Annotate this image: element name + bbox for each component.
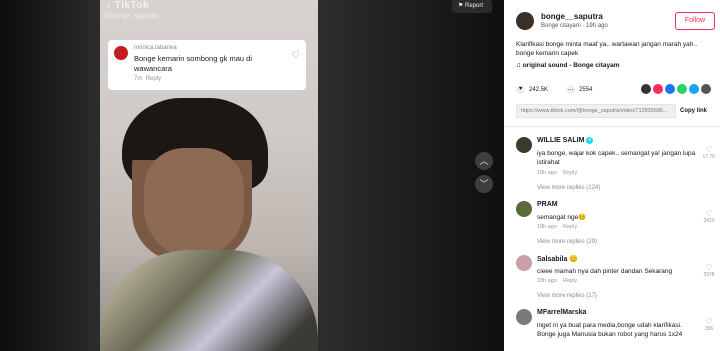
comment-meta: 18h ago Reply xyxy=(537,224,577,230)
comment-username: monica.tabanea xyxy=(134,45,177,51)
commenter-avatar[interactable] xyxy=(516,137,532,153)
reply-comment-card: monica.tabanea Bonge kemarin sombong gk … xyxy=(108,40,306,90)
tiktok-logo-text: TikTok xyxy=(114,0,150,11)
chevron-up-icon: ︿ xyxy=(479,156,489,166)
commenter-name[interactable]: WILLIE SALIM ✓ xyxy=(537,137,594,144)
chevron-down-icon: ﹀ xyxy=(479,179,489,189)
comment-like[interactable]: ♡ 17.7K xyxy=(702,145,716,160)
reply-button[interactable]: Reply xyxy=(563,278,577,284)
music-note-icon: ♫ xyxy=(516,62,521,69)
comment-item: MFarrelMarska inget ni ya buat para medi… xyxy=(516,309,716,351)
comment-item: Salsabila 😊 cieee mamah nya dah pinter d… xyxy=(516,255,716,305)
watermark-username: @bonge_saputra xyxy=(104,13,158,20)
comment-item: WILLIE SALIM ✓ iya bonge, wajar kok capek… xyxy=(516,137,716,197)
blurred-background-right xyxy=(318,0,504,351)
comment-meta: 18h ago Reply xyxy=(537,278,577,284)
comment-body: inget ni ya buat para media,bonge udah k… xyxy=(537,322,683,338)
commenter-name[interactable]: Salsabila 😊 xyxy=(537,255,578,263)
comment-avatar xyxy=(114,46,128,60)
person-face xyxy=(144,148,244,258)
tiktok-logo: ♪ TikTok xyxy=(106,0,150,11)
follow-button[interactable]: Follow xyxy=(675,12,715,30)
author-subline: Bonge citayam · 19h ago xyxy=(541,23,608,29)
commenter-avatar[interactable] xyxy=(516,255,532,271)
comment-count: 2554 xyxy=(579,86,593,93)
comment-text: Bonge kemarin sombong gk mau di wawancar… xyxy=(134,54,252,73)
comment-like-count: 2978 xyxy=(703,272,715,278)
comment-item: PRAM semangat nge🥴 18h ago Reply View mo… xyxy=(516,201,716,251)
heart-icon: ♡ xyxy=(705,209,713,218)
twitter-icon[interactable] xyxy=(689,84,699,94)
share-buttons xyxy=(641,84,711,94)
comment-bubble-icon[interactable]: … xyxy=(566,85,576,94)
post-age: 19h ago xyxy=(586,23,608,29)
author-avatar[interactable] xyxy=(516,12,534,30)
comment-like[interactable]: ♡ 3420 xyxy=(702,209,716,224)
video-stage: ♪ TikTok @bonge_saputra monica.tabanea B… xyxy=(0,0,504,351)
comment-age: 18h ago xyxy=(537,224,557,230)
heart-icon: ♡ xyxy=(705,263,713,272)
commenter-name[interactable]: MFarrelMarska xyxy=(537,309,586,316)
comment-age: 18h ago xyxy=(537,278,557,284)
video-link-field[interactable]: https://www.tiktok.com/@bonge_saputra/vi… xyxy=(516,104,676,118)
comment-body: cieee mamah nya dah pinter dandan Sekara… xyxy=(537,268,673,275)
comment-body: iya bonge, wajar kok capek.. semangat ya… xyxy=(537,150,696,166)
view-more-replies[interactable]: View more replies (124) xyxy=(537,185,600,191)
embed-icon[interactable] xyxy=(641,84,651,94)
view-more-replies[interactable]: View more replies (17) xyxy=(537,293,597,299)
verified-badge-icon: ✓ xyxy=(586,137,594,144)
comment-reply: Reply xyxy=(145,76,162,82)
previous-video-button[interactable]: ︿ xyxy=(475,152,493,170)
comment-like-count: 17.7K xyxy=(702,154,716,160)
comment-like-count: 356 xyxy=(704,326,714,332)
author-username[interactable]: bonge__saputra xyxy=(541,12,603,21)
comment-age: 18h ago xyxy=(537,170,557,176)
commenter-name[interactable]: PRAM xyxy=(537,201,558,208)
like-count: 242.5K xyxy=(529,86,549,93)
view-more-replies[interactable]: View more replies (29) xyxy=(537,239,597,245)
sound-name: original sound - Bonge citayam xyxy=(522,62,620,69)
comment-like[interactable]: ♡ 2978 xyxy=(702,263,716,278)
reply-button[interactable]: Reply xyxy=(563,224,577,230)
author-display-name: Bonge citayam xyxy=(541,23,581,29)
heart-icon: ♡ xyxy=(705,145,713,154)
comment-time: 7m xyxy=(134,76,143,82)
copy-link-button[interactable]: Copy link xyxy=(680,104,707,118)
post-description: Klarifikasi bonge minta maaf ya.. wartaw… xyxy=(516,41,698,57)
comment-body: semangat nge🥴 xyxy=(537,214,587,221)
share-arrow-icon[interactable] xyxy=(701,84,711,94)
person-shirt xyxy=(100,250,318,351)
comment-meta: 18h ago Reply xyxy=(537,170,577,176)
commenter-avatar[interactable] xyxy=(516,309,532,325)
engagement-stats: ♥ 242.5K … 2554 xyxy=(516,85,592,94)
commenter-avatar[interactable] xyxy=(516,201,532,217)
sound-link[interactable]: ♫ original sound - Bonge citayam xyxy=(516,62,619,69)
facebook-icon[interactable] xyxy=(665,84,675,94)
comment-like[interactable]: ♡ 356 xyxy=(702,317,716,332)
report-button[interactable]: ⚑ Report xyxy=(452,0,492,13)
heart-icon: ♡ xyxy=(705,317,713,326)
report-label: Report xyxy=(465,3,484,9)
heart-icon: ♡ xyxy=(291,50,300,61)
whatsapp-icon[interactable] xyxy=(677,84,687,94)
next-video-button[interactable]: ﹀ xyxy=(475,175,493,193)
commenter-name-text: WILLIE SALIM xyxy=(537,137,585,144)
send-to-friends-icon[interactable] xyxy=(653,84,663,94)
comments-panel: bonge__saputra Bonge citayam · 19h ago F… xyxy=(504,0,720,351)
reply-button[interactable]: Reply xyxy=(563,170,577,176)
comment-like-count: 3420 xyxy=(703,218,715,224)
blurred-background-left xyxy=(0,0,100,351)
comment-meta: 7m Reply xyxy=(134,76,300,82)
like-heart-icon[interactable]: ♥ xyxy=(516,85,525,94)
divider xyxy=(504,126,720,127)
